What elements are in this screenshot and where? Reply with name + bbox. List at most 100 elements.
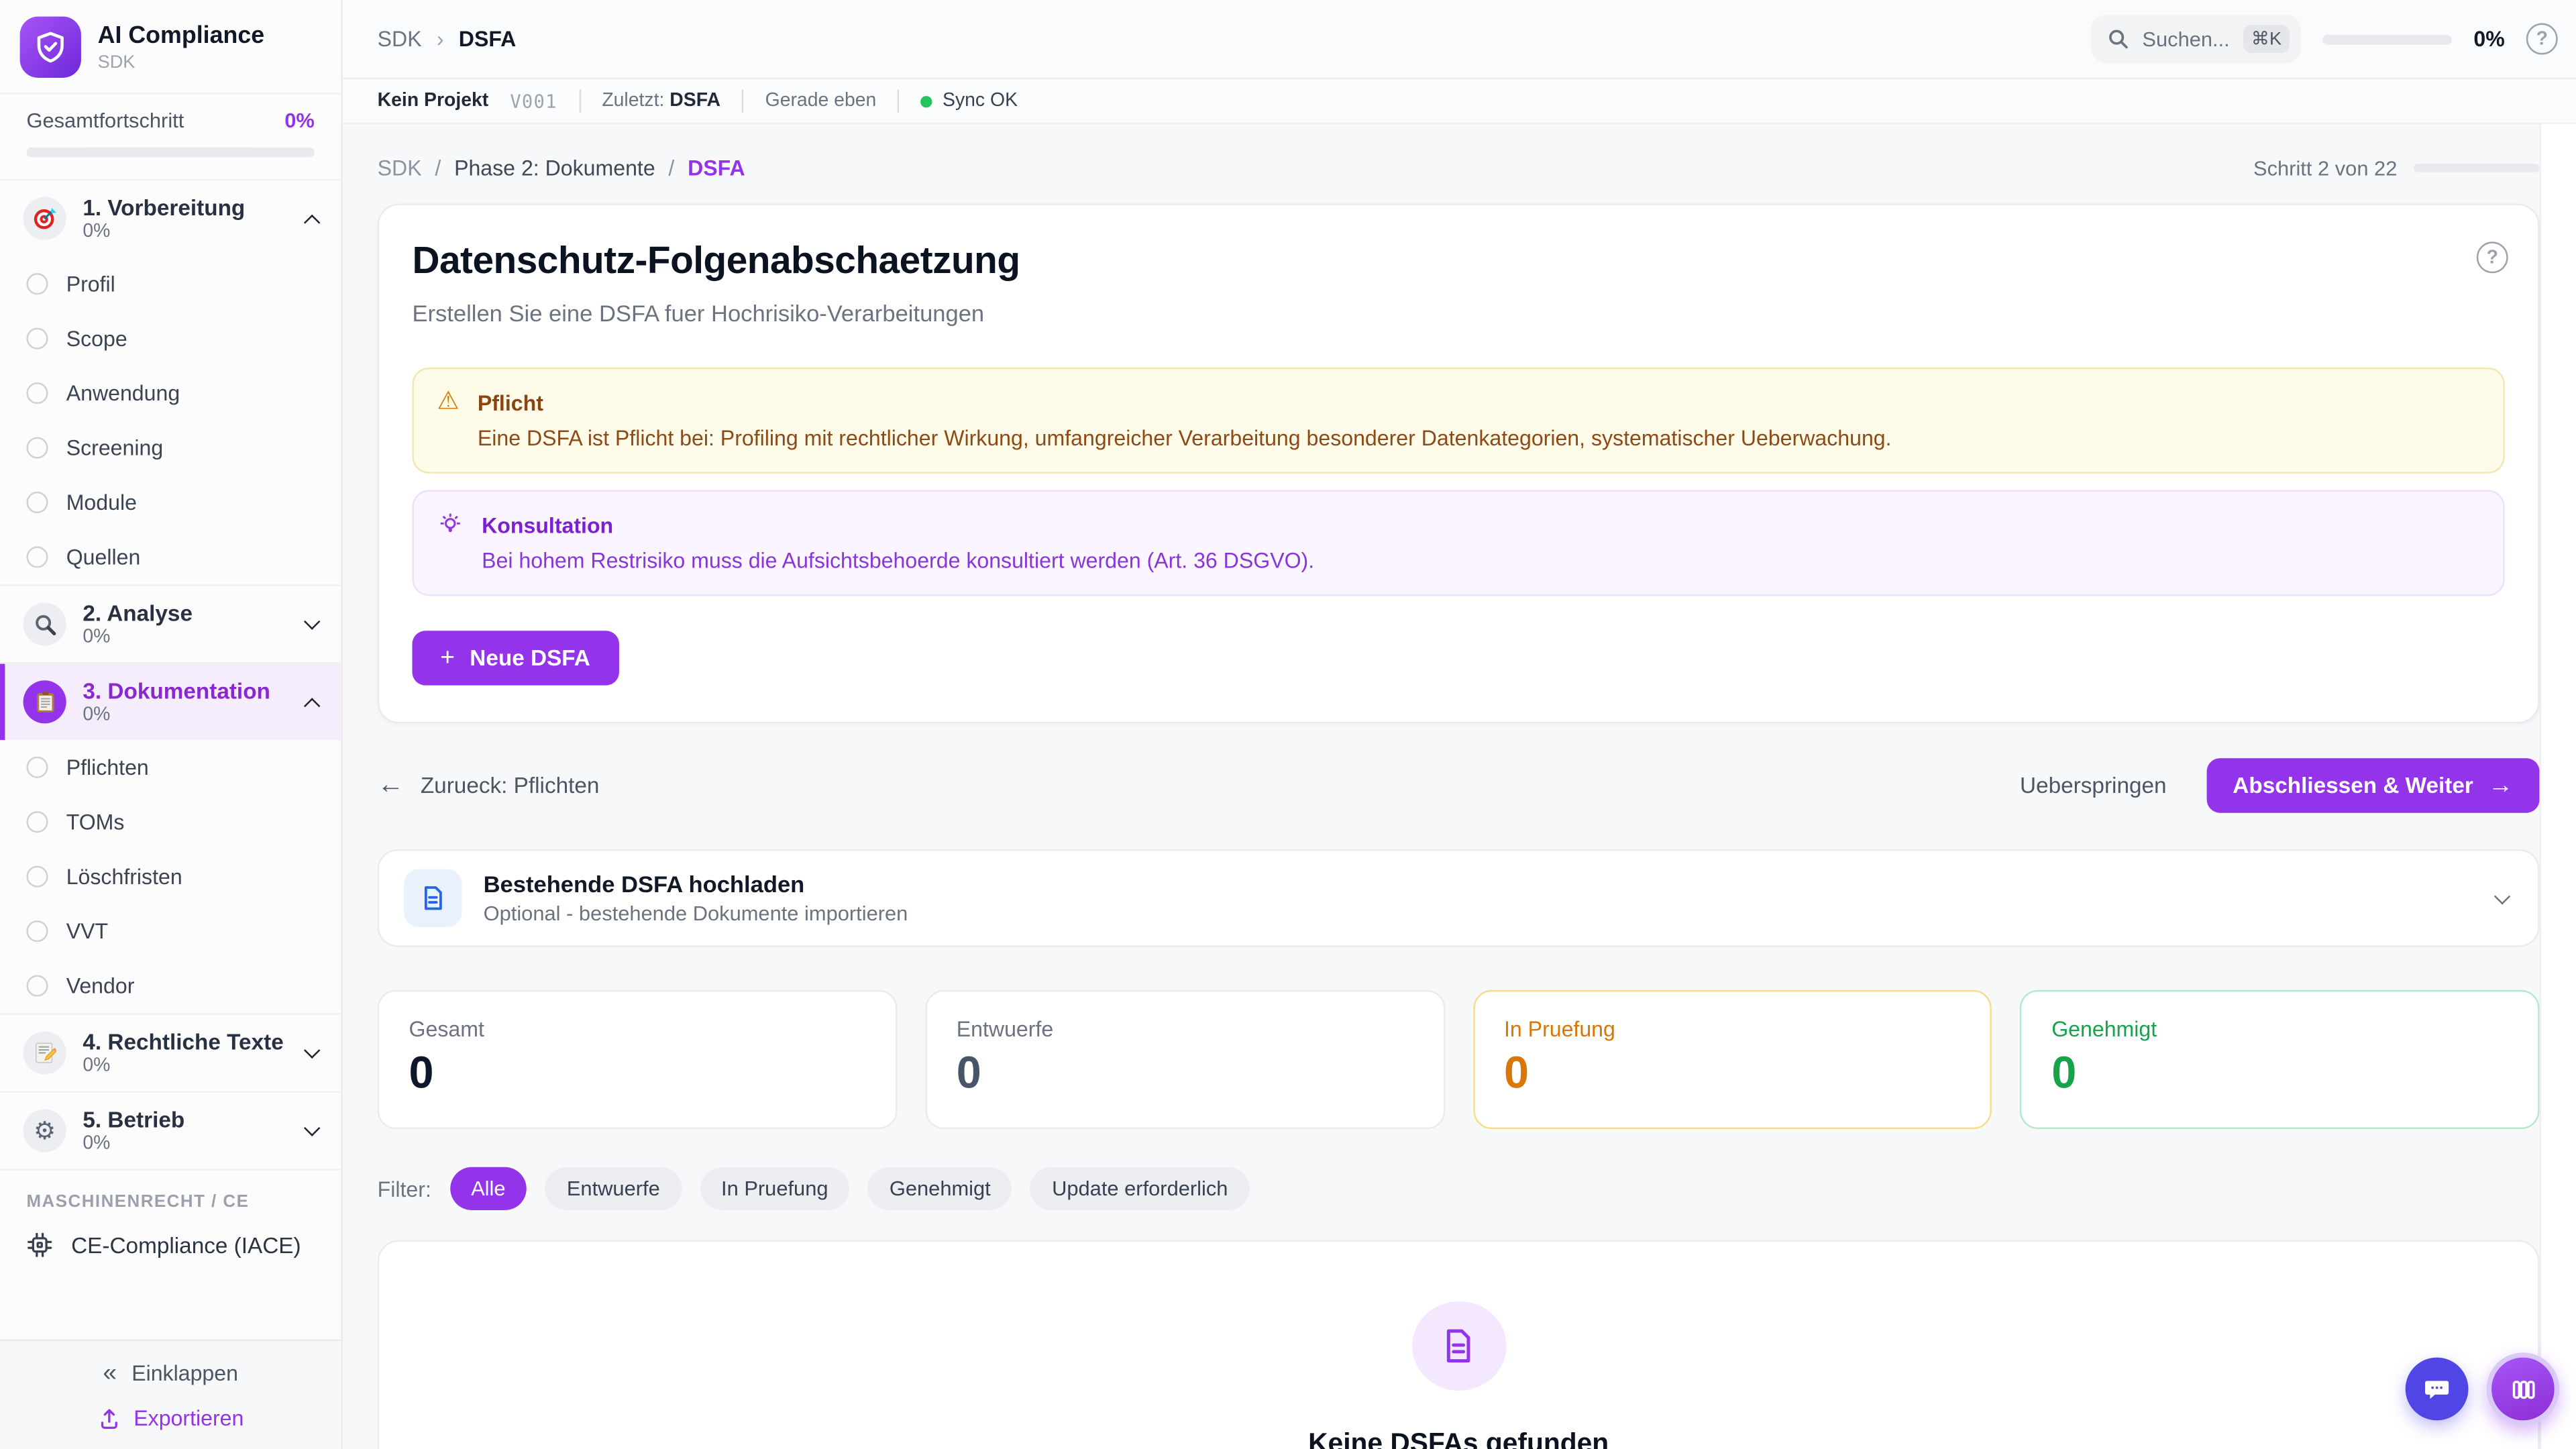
chevron-down-icon [304, 613, 320, 629]
step-circle-icon [26, 273, 48, 294]
sidebar-item-loeschfristen[interactable]: Löschfristen [0, 849, 341, 904]
section-header-betrieb[interactable]: ⚙ 5. Betrieb 0% [0, 1093, 341, 1169]
stat-card-genehmigt: Genehmigt 0 [2020, 990, 2539, 1129]
sidebar: AI Compliance SDK Gesamtfortschritt 0% [0, 0, 343, 1449]
step-circle-icon [26, 866, 48, 888]
section-header-rechtliche-texte[interactable]: 4. Rechtliche Texte 0% [0, 1015, 341, 1091]
sidebar-item-label: Scope [66, 326, 127, 351]
card-help-icon[interactable]: ? [2477, 241, 2508, 273]
app-logo: AI Compliance SDK [0, 0, 341, 93]
last-saved-value: DSFA [669, 91, 720, 111]
alert-title: Konsultation [482, 512, 1314, 540]
step-circle-icon [26, 328, 48, 350]
alert-pflicht: ⚠ Pflicht Eine DSFA ist Pflicht bei: Pro… [412, 368, 2504, 474]
sidebar-item-quellen[interactable]: Quellen [0, 530, 341, 584]
search-shortcut-badge: ⌘K [2243, 25, 2290, 53]
help-icon[interactable]: ? [2526, 23, 2558, 55]
section-label: 5. Betrieb [83, 1108, 289, 1132]
sidebar-item-label: Module [66, 490, 137, 515]
breadcrumb-item[interactable]: SDK [378, 156, 422, 180]
sidebar-section-rechtliche-texte: 4. Rechtliche Texte 0% [0, 1015, 341, 1093]
empty-state: Keine DSFAs gefunden Erstellen Sie eine … [378, 1240, 2540, 1449]
stat-card-in-pruefung: In Pruefung 0 [1472, 990, 1992, 1129]
gear-icon: ⚙ [23, 1109, 66, 1152]
sidebar-item-module[interactable]: Module [0, 475, 341, 529]
empty-state-title: Keine DSFAs gefunden [1308, 1429, 1609, 1449]
section-header-vorbereitung[interactable]: 1. Vorbereitung 0% [0, 180, 341, 257]
collapse-sidebar-button[interactable]: « Einklappen [103, 1361, 238, 1386]
overall-progress: Gesamtfortschritt 0% [0, 93, 341, 178]
alert-konsultation: Konsultation Bei hohem Restrisiko muss d… [412, 490, 2504, 596]
step-circle-icon [26, 757, 48, 778]
chat-bubble-icon [2422, 1374, 2451, 1403]
export-button[interactable]: Exportieren [97, 1405, 244, 1430]
sidebar-item-toms[interactable]: TOMs [0, 795, 341, 849]
step-circle-icon [26, 382, 48, 404]
collapse-label: Einklappen [131, 1361, 238, 1386]
stat-value: 0 [409, 1048, 865, 1099]
section-header-dokumentation[interactable]: 3. Dokumentation 0% [0, 664, 341, 741]
filter-pill-alle[interactable]: Alle [449, 1167, 527, 1210]
sidebar-section-vorbereitung: 1. Vorbereitung 0% Profil Scope [0, 180, 341, 586]
scroll-area: SDK / Phase 2: Dokumente / DSFA Schritt … [343, 124, 2576, 1449]
sidebar-item-screening[interactable]: Screening [0, 421, 341, 475]
sidebar-item-vendor[interactable]: Vendor [0, 959, 341, 1013]
chat-fab-button[interactable] [2406, 1358, 2469, 1421]
target-icon [23, 197, 66, 240]
section-header-analyse[interactable]: 2. Analyse 0% [0, 586, 341, 663]
sidebar-section-dokumentation: 3. Dokumentation 0% Pflichten TOMs [0, 664, 341, 1015]
chevron-down-icon [304, 1120, 320, 1136]
breadcrumb-item[interactable]: Phase 2: Dokumente [454, 156, 655, 180]
shield-check-icon [20, 17, 81, 78]
sidebar-item-label: Pflichten [66, 755, 149, 780]
top-header: SDK › DSFA Suchen... ⌘K 0% ? [343, 0, 2576, 79]
alert-title: Pflicht [478, 389, 1892, 417]
page-title: Datenschutz-Folgenabschaetzung [412, 238, 2504, 283]
chevron-right-icon: › [437, 26, 444, 51]
breadcrumb-slash: / [668, 156, 674, 180]
filter-row: Filter: Alle Entwuerfe In Pruefung Geneh… [378, 1167, 2540, 1210]
filter-pill-in-pruefung[interactable]: In Pruefung [700, 1167, 850, 1210]
stat-value: 0 [1504, 1048, 1960, 1099]
upload-subtitle: Optional - bestehende Dokumente importie… [484, 902, 908, 926]
stat-value: 0 [957, 1048, 1413, 1099]
project-status: Kein Projekt [378, 91, 489, 111]
sidebar-item-pflichten[interactable]: Pflichten [0, 740, 341, 794]
search-input[interactable]: Suchen... ⌘K [2091, 15, 2302, 63]
filter-pill-entwuerfe[interactable]: Entwuerfe [545, 1167, 682, 1210]
scrollbar[interactable] [2540, 124, 2576, 1449]
step-circle-icon [26, 811, 48, 833]
upload-existing-panel[interactable]: Bestehende DSFA hochladen Optional - bes… [378, 849, 2540, 947]
section-percent: 0% [83, 1134, 289, 1154]
viewport: AI Compliance SDK Gesamtfortschritt 0% [0, 0, 2576, 1449]
main-column: SDK › DSFA Suchen... ⌘K 0% ? [343, 0, 2576, 1449]
section-label: 1. Vorbereitung [83, 195, 289, 220]
finish-next-button[interactable]: Abschliessen & Weiter → [2206, 758, 2540, 812]
document-icon [404, 869, 462, 927]
chip-icon [26, 1232, 52, 1258]
filter-pill-update-erforderlich[interactable]: Update erforderlich [1030, 1167, 1250, 1210]
filter-pill-genehmigt[interactable]: Genehmigt [868, 1167, 1012, 1210]
skip-button[interactable]: Ueberspringen [2020, 773, 2167, 798]
breadcrumb-root[interactable]: SDK [378, 26, 422, 51]
sidebar-item-scope[interactable]: Scope [0, 311, 341, 366]
breadcrumb-current: DSFA [459, 26, 517, 51]
board-view-fab-button[interactable] [2487, 1352, 2560, 1426]
page-subtitle: Erstellen Sie eine DSFA fuer Hochrisiko-… [412, 300, 2504, 326]
divider [898, 89, 899, 113]
back-link[interactable]: ← Zurueck: Pflichten [378, 772, 600, 798]
chevron-up-icon [304, 697, 320, 713]
last-saved: Zuletzt: DSFA [602, 91, 720, 111]
stat-value: 0 [2051, 1048, 2508, 1099]
sidebar-section-betrieb: ⚙ 5. Betrieb 0% [0, 1093, 341, 1171]
sidebar-item-profil[interactable]: Profil [0, 257, 341, 311]
new-dsfa-button[interactable]: + Neue DSFA [412, 631, 618, 685]
page-breadcrumb: SDK / Phase 2: Dokumente / DSFA Schritt … [378, 156, 2540, 180]
sidebar-item-vvt[interactable]: VVT [0, 904, 341, 958]
stat-card-entwuerfe: Entwuerfe 0 [925, 990, 1444, 1129]
sidebar-item-ce-compliance[interactable]: CE-Compliance (IACE) [0, 1222, 341, 1275]
sidebar-item-anwendung[interactable]: Anwendung [0, 366, 341, 420]
section-percent: 0% [83, 705, 289, 725]
divider [742, 89, 743, 113]
wizard-nav-row: ← Zurueck: Pflichten Ueberspringen Absch… [378, 758, 2540, 812]
